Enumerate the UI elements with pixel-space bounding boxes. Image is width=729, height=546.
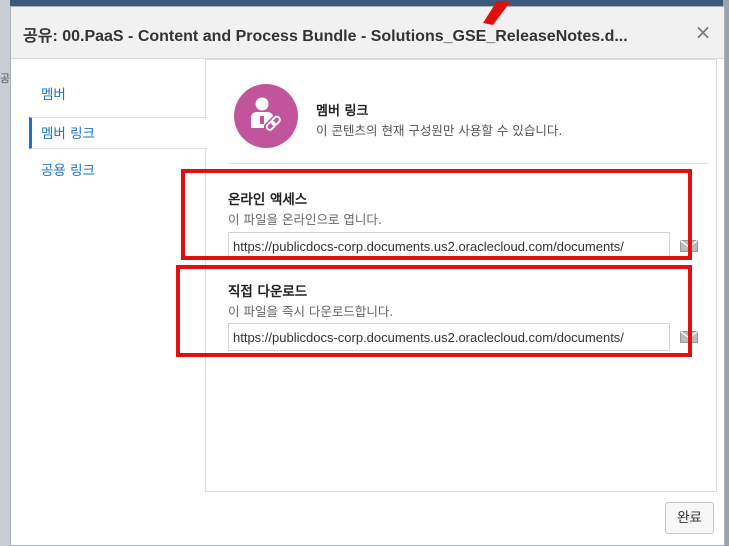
red-arrow-annotation [483, 1, 511, 25]
close-icon[interactable]: × [690, 19, 716, 45]
share-sidebar: 멤버 멤버 링크 공용 링크 [29, 79, 207, 193]
share-dialog: 공유: 00.PaaS - Content and Process Bundle… [10, 1, 725, 546]
sidebar-item-member-link[interactable]: 멤버 링크 [29, 117, 207, 149]
highlight-box-direct-download [176, 265, 692, 357]
highlight-box-online-access [181, 169, 692, 260]
divider [228, 163, 708, 164]
done-button[interactable]: 완료 [665, 502, 714, 534]
sidebar-item-public-link[interactable]: 공용 링크 [29, 155, 205, 187]
background-left-text: 공 [0, 72, 11, 85]
dialog-title: 공유: 00.PaaS - Content and Process Bundle… [23, 28, 628, 45]
member-link-title: 멤버 링크 [316, 104, 369, 119]
sidebar-item-members[interactable]: 멤버 [29, 79, 205, 111]
member-link-icon [234, 84, 298, 148]
member-link-description: 이 콘텐츠의 현재 구성원만 사용할 수 있습니다. [316, 123, 563, 138]
dialog-titlebar: 공유: 00.PaaS - Content and Process Bundle… [11, 7, 724, 59]
